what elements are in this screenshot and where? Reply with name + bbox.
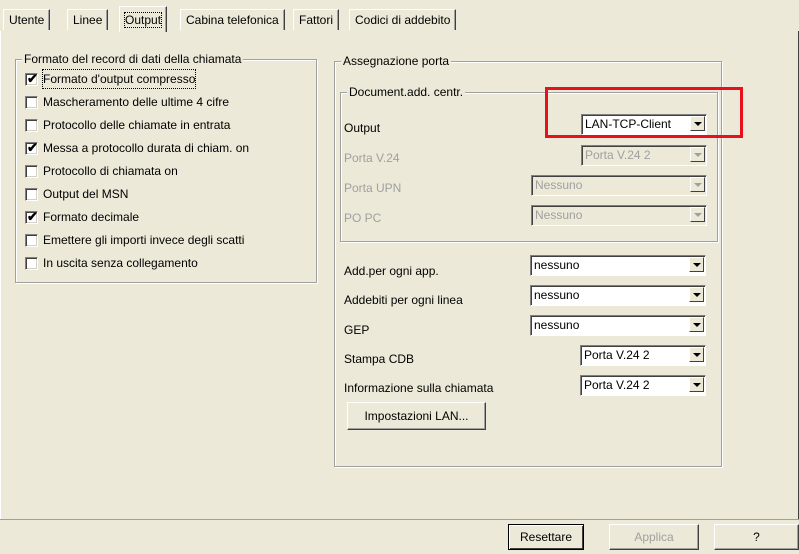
chevron-down-icon xyxy=(694,183,702,187)
dropdown-button[interactable] xyxy=(689,377,704,392)
porta-upn-select[interactable]: Nessuno xyxy=(531,175,707,196)
tab-cabina-telefonica[interactable]: Cabina telefonica xyxy=(180,9,285,30)
select-value: Porta V.24 2 xyxy=(585,148,651,162)
select-value: Nessuno xyxy=(535,208,583,222)
porta-v24-label: Porta V.24 xyxy=(344,151,400,165)
option-label: Messa a protocollo durata di chiam. on xyxy=(43,141,250,155)
checkbox[interactable] xyxy=(25,96,38,109)
chevron-down-icon xyxy=(693,323,701,327)
po-pc-label: PO PC xyxy=(344,211,382,225)
record-options-list: ✔ Formato d'output compresso Mascheramen… xyxy=(25,69,310,280)
stampa-cdb-select[interactable]: Porta V.24 2 xyxy=(580,345,706,366)
select-value: Porta V.24 2 xyxy=(584,378,650,392)
output-tab-panel: Formato del record di dati della chiamat… xyxy=(0,31,799,519)
reset-button[interactable]: Resettare xyxy=(508,524,584,550)
output-label: Output xyxy=(344,121,381,135)
option-label: Protocollo di chiamata on xyxy=(43,164,178,178)
add-per-app-label: Add.per ogni app. xyxy=(344,264,439,278)
select-value: nessuno xyxy=(534,288,580,302)
tab-label: Output xyxy=(123,12,163,28)
checkbox[interactable] xyxy=(25,165,38,178)
stampa-cdb-label: Stampa CDB xyxy=(344,352,415,366)
charges-per-line-select[interactable]: nessuno xyxy=(530,285,706,306)
tab-fattori[interactable]: Fattori xyxy=(293,9,340,30)
tab-strip: Utente Linee Output Cabina telefonica Fa… xyxy=(0,0,799,32)
porta-v24-select[interactable]: Porta V.24 2 xyxy=(581,145,707,166)
footer-bar: Resettare Applica ? xyxy=(0,519,799,554)
checkbox[interactable] xyxy=(25,257,38,270)
tab-codici-di-addebito[interactable]: Codici di addebito xyxy=(349,9,457,30)
checkbox[interactable] xyxy=(25,188,38,201)
option-label: Emettere gli importi invece degli scatti xyxy=(43,233,245,247)
porta-upn-label: Porta UPN xyxy=(344,181,402,195)
add-per-app-select[interactable]: nessuno xyxy=(530,255,706,276)
lan-settings-button[interactable]: Impostazioni LAN... xyxy=(347,402,486,430)
select-value: nessuno xyxy=(534,258,580,272)
chevron-down-icon xyxy=(693,263,701,267)
checkbox[interactable] xyxy=(25,119,38,132)
charges-per-line-label: Addebiti per ogni linea xyxy=(344,293,463,307)
chevron-down-icon xyxy=(693,353,701,357)
dropdown-button[interactable] xyxy=(690,177,705,192)
call-info-select[interactable]: Porta V.24 2 xyxy=(580,375,706,396)
option-label: Formato d'output compresso xyxy=(41,69,197,89)
gep-label: GEP xyxy=(344,323,370,337)
dropdown-button[interactable] xyxy=(690,207,705,222)
tab-output[interactable]: Output xyxy=(119,6,168,32)
checkbox[interactable]: ✔ xyxy=(25,71,38,86)
dropdown-button[interactable] xyxy=(689,347,704,362)
option-label: Protocollo delle chiamate in entrata xyxy=(43,118,231,132)
apply-button[interactable]: Applica xyxy=(609,524,699,550)
select-value: Nessuno xyxy=(535,178,583,192)
port-assignment-title: Assegnazione porta xyxy=(341,54,452,68)
tab-utente[interactable]: Utente xyxy=(3,9,51,30)
option-label: Mascheramento delle ultime 4 cifre xyxy=(43,95,230,109)
dropdown-button[interactable] xyxy=(690,147,705,162)
option-label: In uscita senza collegamento xyxy=(43,256,198,270)
tab-label: Cabina telefonica xyxy=(186,13,279,27)
tab-label: Linee xyxy=(73,13,103,27)
dropdown-button[interactable] xyxy=(689,257,704,272)
chevron-down-icon xyxy=(694,153,702,157)
help-button[interactable]: ? xyxy=(714,524,799,550)
chevron-down-icon xyxy=(693,293,701,297)
record-format-title: Formato del record di dati della chiamat… xyxy=(22,52,244,66)
option-label: Output del MSN xyxy=(43,187,129,201)
select-value: nessuno xyxy=(534,318,580,332)
check-mark-icon: ✔ xyxy=(27,71,38,86)
chevron-down-icon xyxy=(694,213,702,217)
tab-linee[interactable]: Linee xyxy=(67,9,109,30)
tab-label: Codici di addebito xyxy=(355,13,451,27)
check-mark-icon: ✔ xyxy=(27,140,38,155)
option-label: Formato decimale xyxy=(43,210,140,224)
tab-label: Utente xyxy=(9,13,45,27)
select-value: Porta V.24 2 xyxy=(584,348,650,362)
dropdown-button[interactable] xyxy=(689,317,704,332)
checkbox[interactable]: ✔ xyxy=(25,209,38,224)
tab-label: Fattori xyxy=(299,13,334,27)
checkbox[interactable]: ✔ xyxy=(25,140,38,155)
po-pc-select[interactable]: Nessuno xyxy=(531,205,707,226)
chevron-down-icon xyxy=(693,383,701,387)
checkbox[interactable] xyxy=(25,234,38,247)
doc-add-centr-title: Document.add. centr. xyxy=(347,85,466,99)
record-format-group: Formato del record di dati della chiamat… xyxy=(15,52,317,283)
check-mark-icon: ✔ xyxy=(27,209,38,224)
gep-select[interactable]: nessuno xyxy=(530,315,706,336)
dropdown-button[interactable] xyxy=(689,287,704,302)
highlight-box xyxy=(545,87,743,138)
call-info-label: Informazione sulla chiamata xyxy=(344,381,494,395)
